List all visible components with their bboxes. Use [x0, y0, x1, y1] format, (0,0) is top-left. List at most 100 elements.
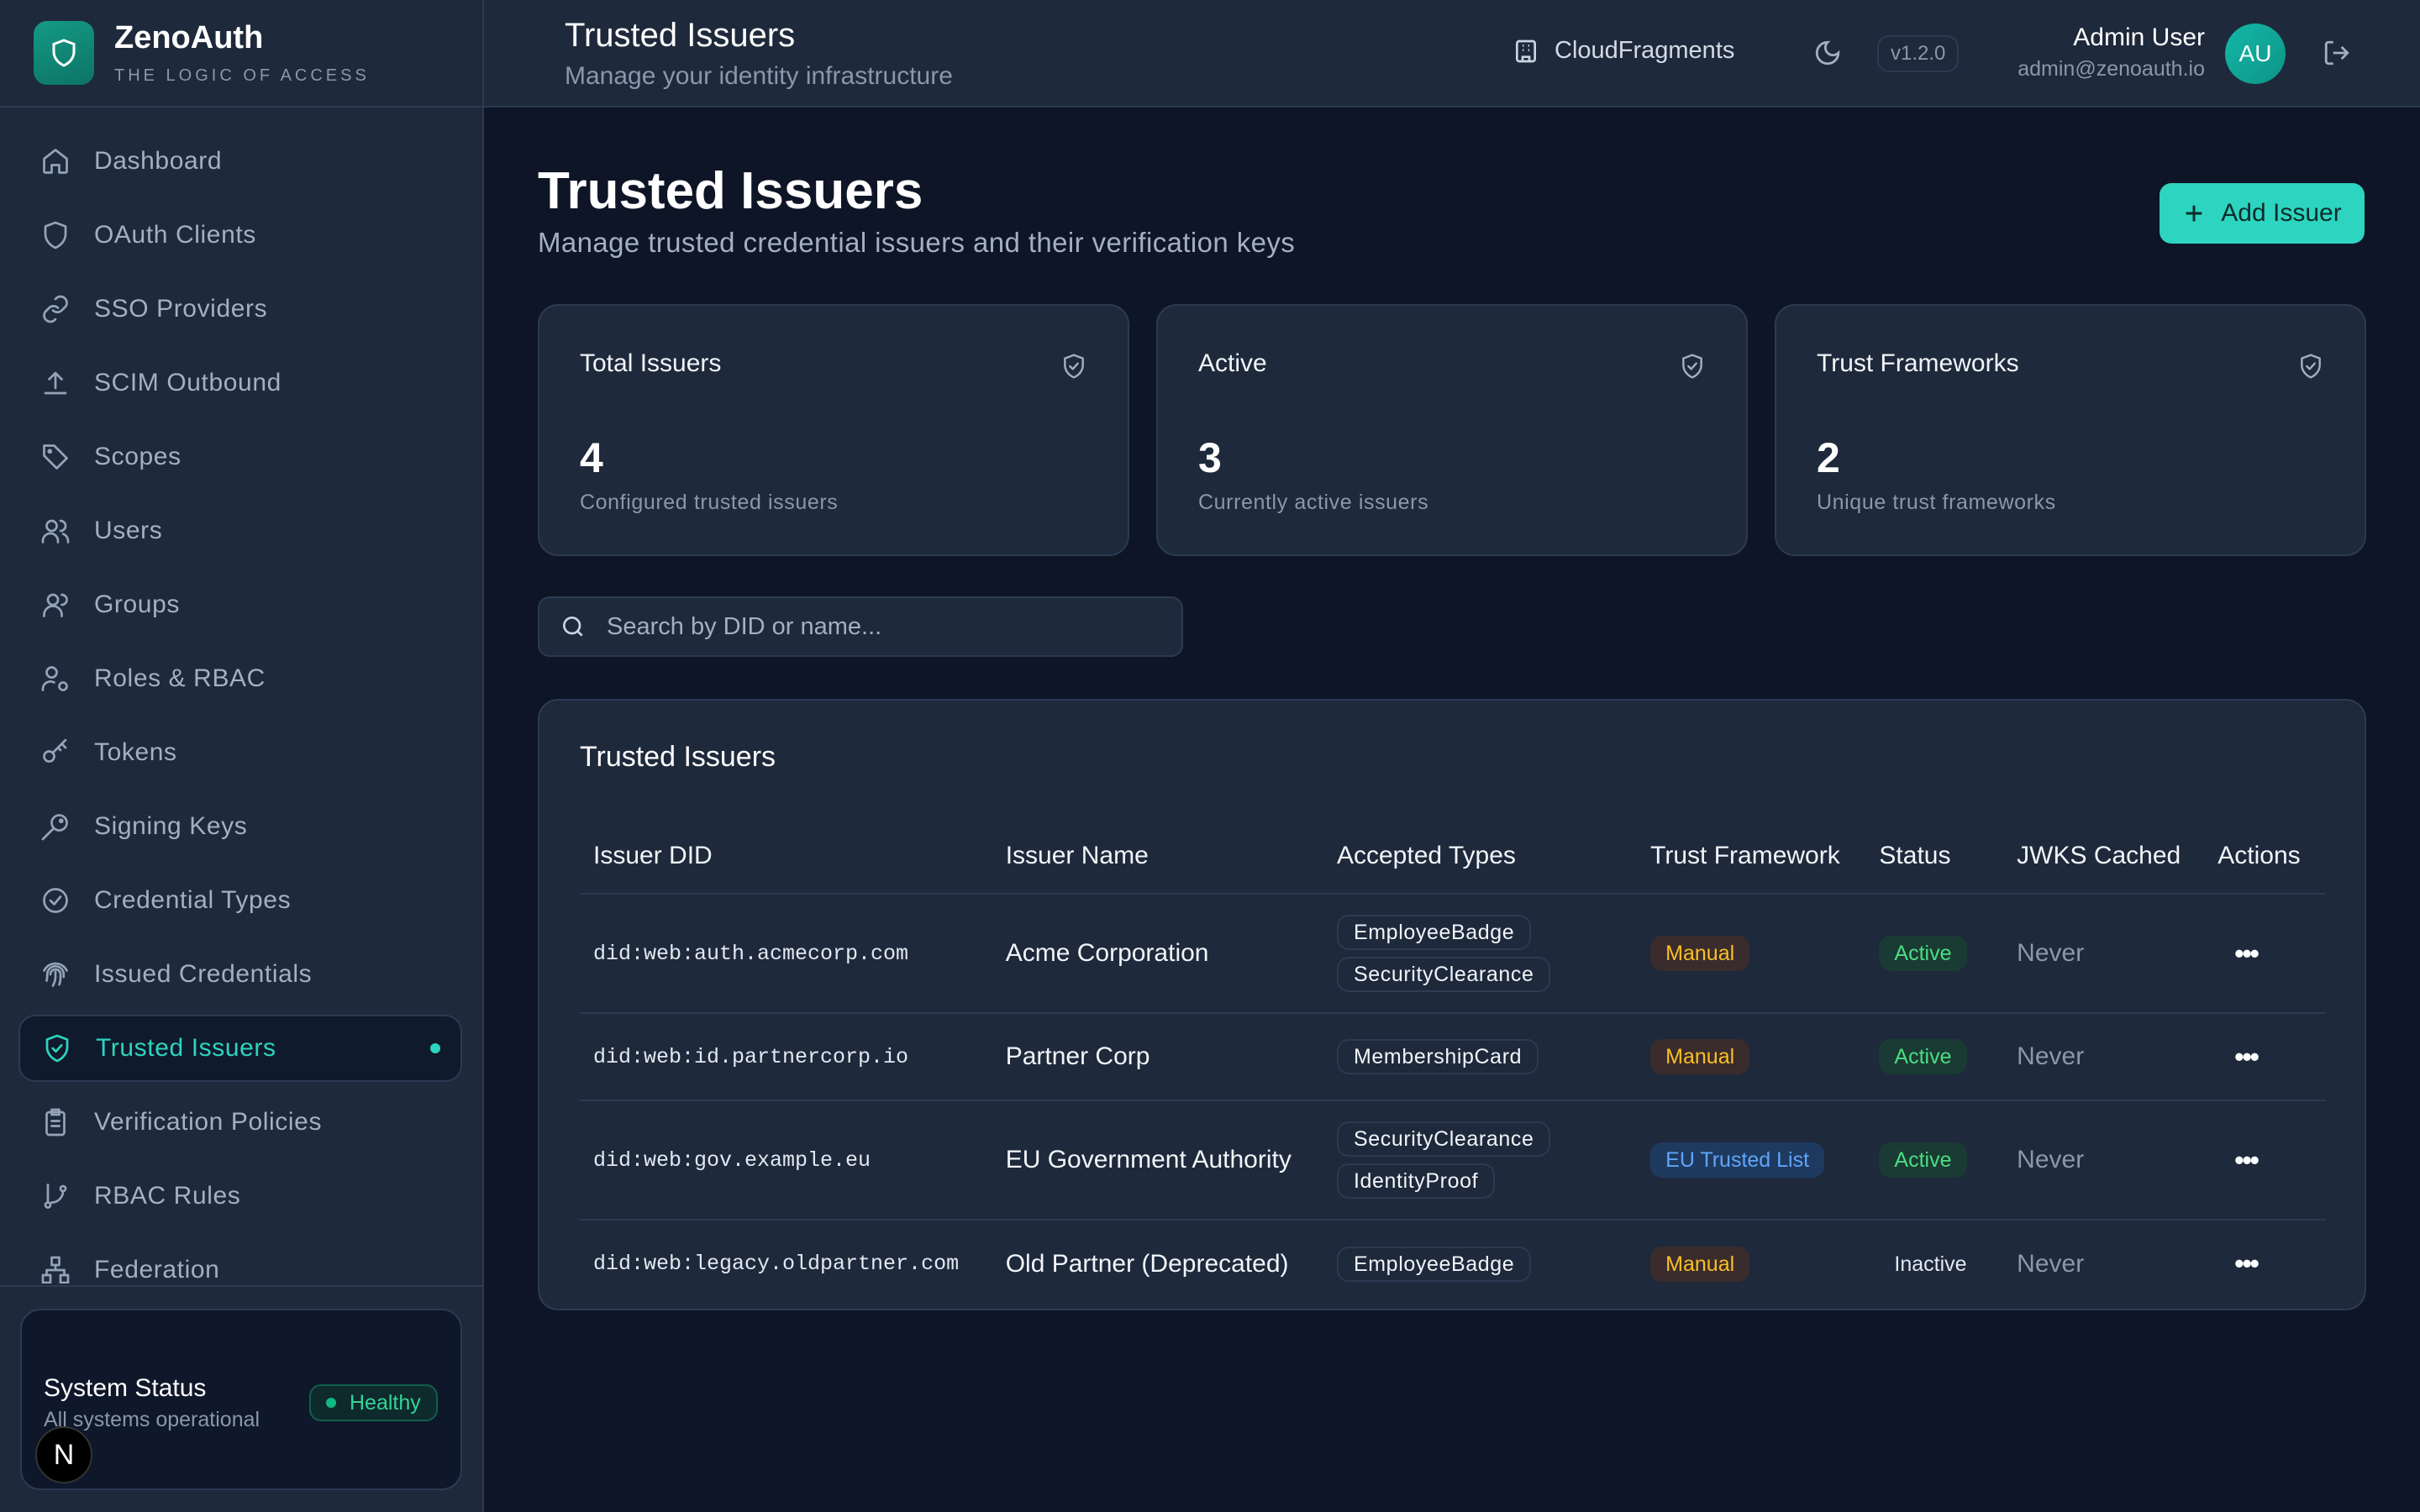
sidebar-item-sso-providers[interactable]: SSO Providers — [18, 276, 462, 343]
sidebar-item-groups[interactable]: Groups — [18, 571, 462, 638]
stat-card: Active3Currently active issuers — [1156, 304, 1748, 556]
sidebar-item-label: Scopes — [94, 443, 182, 471]
sidebar-item-issued-credentials[interactable]: Issued Credentials — [18, 941, 462, 1008]
add-issuer-button[interactable]: Add Issuer — [2160, 183, 2365, 244]
stats-cards: Total Issuers4Configured trusted issuers… — [538, 304, 2366, 556]
topbar-title: Trusted Issuers — [565, 17, 795, 55]
sidebar-item-label: Issued Credentials — [94, 960, 312, 989]
avatar[interactable]: AU — [2225, 24, 2286, 84]
sidebar-item-scopes[interactable]: Scopes — [18, 423, 462, 491]
trust-framework-cell: Manual — [1637, 1220, 1865, 1307]
trust-framework-badge: EU Trusted List — [1650, 1142, 1824, 1178]
sidebar-item-label: Users — [94, 517, 162, 545]
logout-icon[interactable] — [2323, 39, 2351, 67]
sidebar-item-users[interactable]: Users — [18, 497, 462, 564]
trust-framework-badge: Manual — [1650, 1039, 1749, 1074]
sidebar-item-trusted-issuers[interactable]: Trusted Issuers — [18, 1015, 462, 1082]
credential-type-pill: EmployeeBadge — [1337, 1247, 1531, 1282]
jwks-cached: Never — [2003, 1220, 2204, 1307]
more-actions-icon[interactable]: ••• — [2217, 1248, 2258, 1278]
stat-caption: Unique trust frameworks — [1817, 491, 2056, 515]
column-header: Trust Framework — [1637, 818, 1865, 894]
more-actions-icon[interactable]: ••• — [2217, 938, 2258, 969]
more-actions-icon[interactable]: ••• — [2217, 1042, 2258, 1072]
column-header: Actions — [2204, 818, 2326, 894]
shield-check-icon — [42, 1033, 72, 1063]
accepted-types: SecurityClearanceIdentityProof — [1323, 1100, 1637, 1220]
link-icon — [40, 294, 71, 324]
stat-value: 2 — [1817, 433, 1840, 482]
table-row[interactable]: did:web:id.partnercorp.io Partner Corp M… — [580, 1013, 2326, 1100]
sidebar-item-dashboard[interactable]: Dashboard — [18, 128, 462, 195]
shield-check-icon — [1679, 353, 1706, 380]
sidebar-item-label: Roles & RBAC — [94, 664, 266, 693]
table-row[interactable]: did:web:legacy.oldpartner.com Old Partne… — [580, 1220, 2326, 1307]
git-branch-icon — [40, 1181, 71, 1211]
trust-framework-cell: Manual — [1637, 1013, 1865, 1100]
more-actions-icon[interactable]: ••• — [2217, 1145, 2258, 1175]
shield-logo-icon — [34, 21, 94, 85]
search-box[interactable] — [538, 596, 1183, 657]
sidebar-item-tokens[interactable]: Tokens — [18, 719, 462, 786]
actions-cell: ••• — [2204, 1100, 2326, 1220]
shield-icon — [40, 220, 71, 250]
actions-cell: ••• — [2204, 1013, 2326, 1100]
sidebar-item-verification-policies[interactable]: Verification Policies — [18, 1089, 462, 1156]
column-header: JWKS Cached — [2003, 818, 2204, 894]
sidebar-item-rbac-rules[interactable]: RBAC Rules — [18, 1163, 462, 1230]
status-cell: Inactive — [1865, 1220, 2003, 1307]
home-icon — [40, 146, 71, 176]
system-status-card: System Status All systems operational He… — [20, 1309, 462, 1490]
nextjs-dev-badge[interactable]: N — [35, 1426, 92, 1483]
moon-icon[interactable] — [1813, 39, 1842, 67]
trust-framework-badge: Manual — [1650, 1247, 1749, 1282]
shield-check-icon — [2297, 353, 2324, 380]
add-issuer-label: Add Issuer — [2221, 199, 2341, 228]
sidebar-item-oauth-clients[interactable]: OAuth Clients — [18, 202, 462, 269]
brand-name: ZenoAuth — [114, 20, 370, 56]
column-header: Status — [1865, 818, 2003, 894]
jwks-cached: Never — [2003, 1100, 2204, 1220]
upload-icon — [40, 368, 71, 398]
sidebar-item-roles-rbac[interactable]: Roles & RBAC — [18, 645, 462, 712]
status-badge: Active — [1879, 1039, 1966, 1074]
sidebar-item-signing-keys[interactable]: Signing Keys — [18, 793, 462, 860]
status-badge: Active — [1879, 1142, 1966, 1178]
column-header: Accepted Types — [1323, 818, 1637, 894]
sidebar-item-federation[interactable]: Federation — [18, 1236, 462, 1284]
sidebar-item-label: Trusted Issuers — [96, 1034, 276, 1063]
table-row[interactable]: did:web:auth.acmecorp.com Acme Corporati… — [580, 894, 2326, 1013]
stat-value: 4 — [580, 433, 603, 482]
search-icon — [560, 613, 587, 640]
column-header: Issuer Name — [992, 818, 1323, 894]
system-status-title: System Status — [44, 1374, 206, 1403]
status-cell: Active — [1865, 1100, 2003, 1220]
user-email: admin@zenoauth.io — [2018, 57, 2205, 81]
table-row[interactable]: did:web:gov.example.eu EU Government Aut… — [580, 1100, 2326, 1220]
group-icon — [40, 590, 71, 620]
badge-check-icon — [40, 885, 71, 916]
status-badge: Inactive — [1879, 1247, 1981, 1282]
topbar-subtitle: Manage your identity infrastructure — [565, 62, 953, 91]
issuer-did: did:web:id.partnercorp.io — [580, 1013, 992, 1100]
issuer-name: Old Partner (Deprecated) — [992, 1220, 1323, 1307]
shield-check-icon — [1060, 353, 1087, 380]
actions-cell: ••• — [2204, 1220, 2326, 1307]
stat-card: Total Issuers4Configured trusted issuers — [538, 304, 1129, 556]
sidebar-item-credential-types[interactable]: Credential Types — [18, 867, 462, 934]
organization-switcher[interactable]: CloudFragments — [1512, 37, 1734, 65]
search-input[interactable] — [603, 612, 1158, 643]
key-icon — [40, 738, 71, 768]
healthy-badge: Healthy — [309, 1384, 438, 1421]
active-indicator-dot — [430, 1043, 440, 1053]
sidebar-item-label: Tokens — [94, 738, 177, 767]
key-round-icon — [40, 811, 71, 842]
accepted-types: MembershipCard — [1323, 1013, 1637, 1100]
stat-caption: Configured trusted issuers — [580, 491, 838, 515]
column-header: Issuer DID — [580, 818, 992, 894]
stat-title: Trust Frameworks — [1817, 349, 2019, 378]
brand[interactable]: ZenoAuthTHE LOGIC OF ACCESS — [0, 0, 482, 108]
organization-name: CloudFragments — [1555, 37, 1734, 65]
sidebar-item-scim-outbound[interactable]: SCIM Outbound — [18, 349, 462, 417]
trust-framework-badge: Manual — [1650, 936, 1749, 971]
